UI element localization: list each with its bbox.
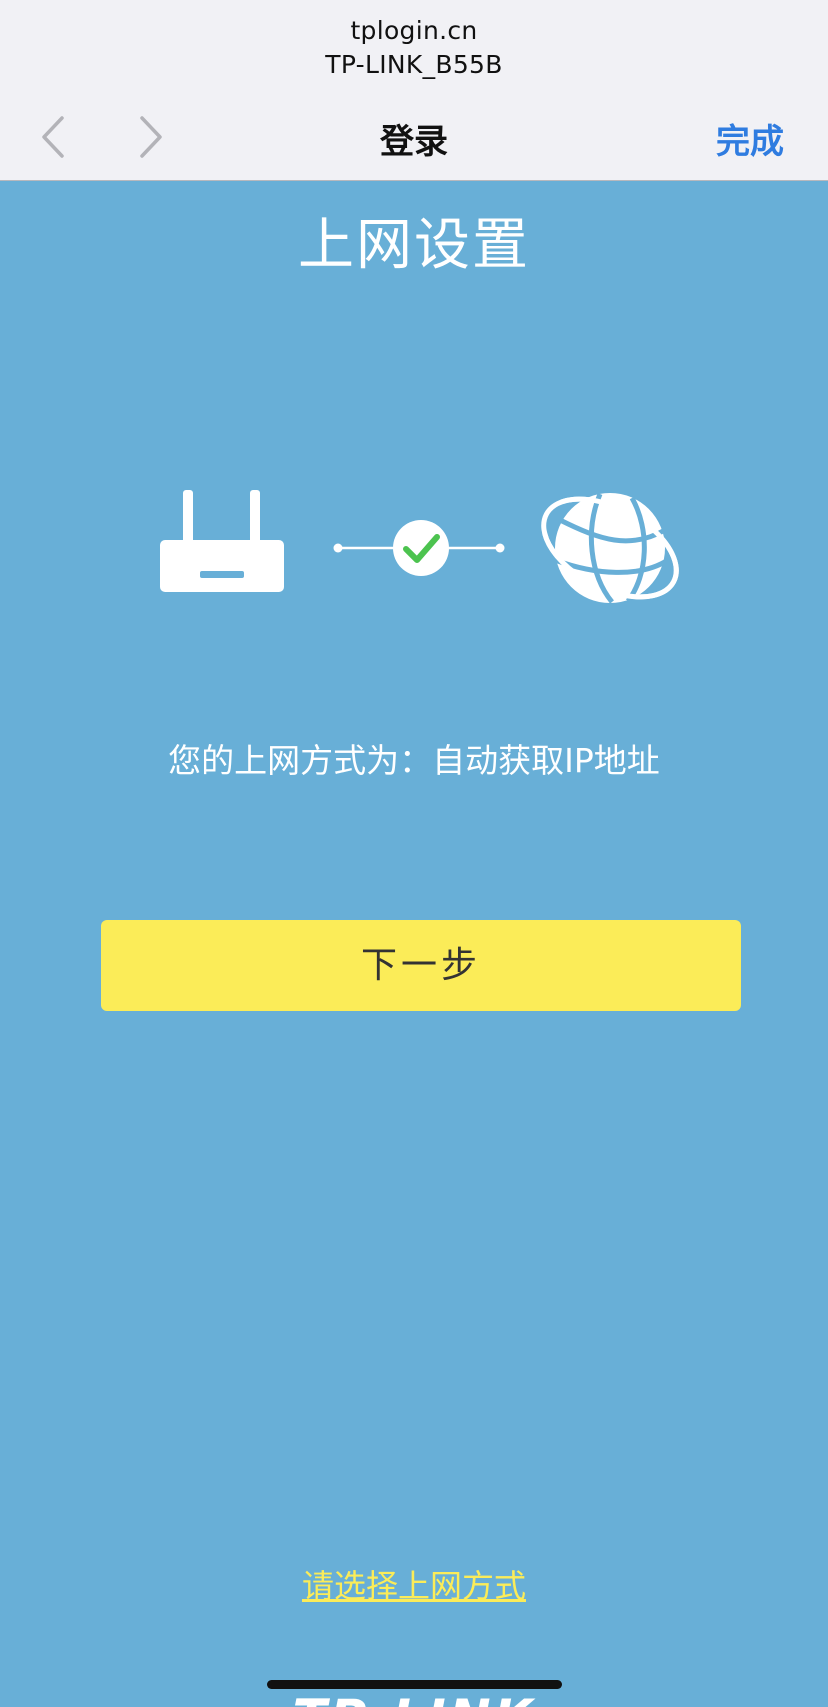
done-button[interactable]: 完成 [716, 114, 784, 163]
home-indicator[interactable] [267, 1680, 562, 1689]
page-title: 上网设置 [298, 213, 530, 278]
tp-link-logo: TP-LINK [0, 1693, 828, 1707]
browser-title: 登录 [380, 122, 448, 162]
globe-icon [541, 493, 679, 604]
tp-link-logo-text: TP-LINK [293, 1693, 536, 1707]
url-host: tplogin.cn [350, 16, 478, 45]
network-name: TP-LINK_B55B [325, 50, 503, 79]
next-step-button[interactable]: 下一步 [101, 920, 741, 1011]
check-circle-icon [333, 520, 505, 576]
connection-illustration [0, 480, 828, 620]
browser-top-bar: tplogin.cn TP-LINK_B55B 登录 完成 [0, 0, 828, 181]
connection-type-text: 您的上网方式为：自动获取IP地址 [168, 741, 660, 780]
router-icon [160, 490, 284, 592]
choose-connection-type-link[interactable]: 请选择上网方式 [0, 1561, 828, 1607]
